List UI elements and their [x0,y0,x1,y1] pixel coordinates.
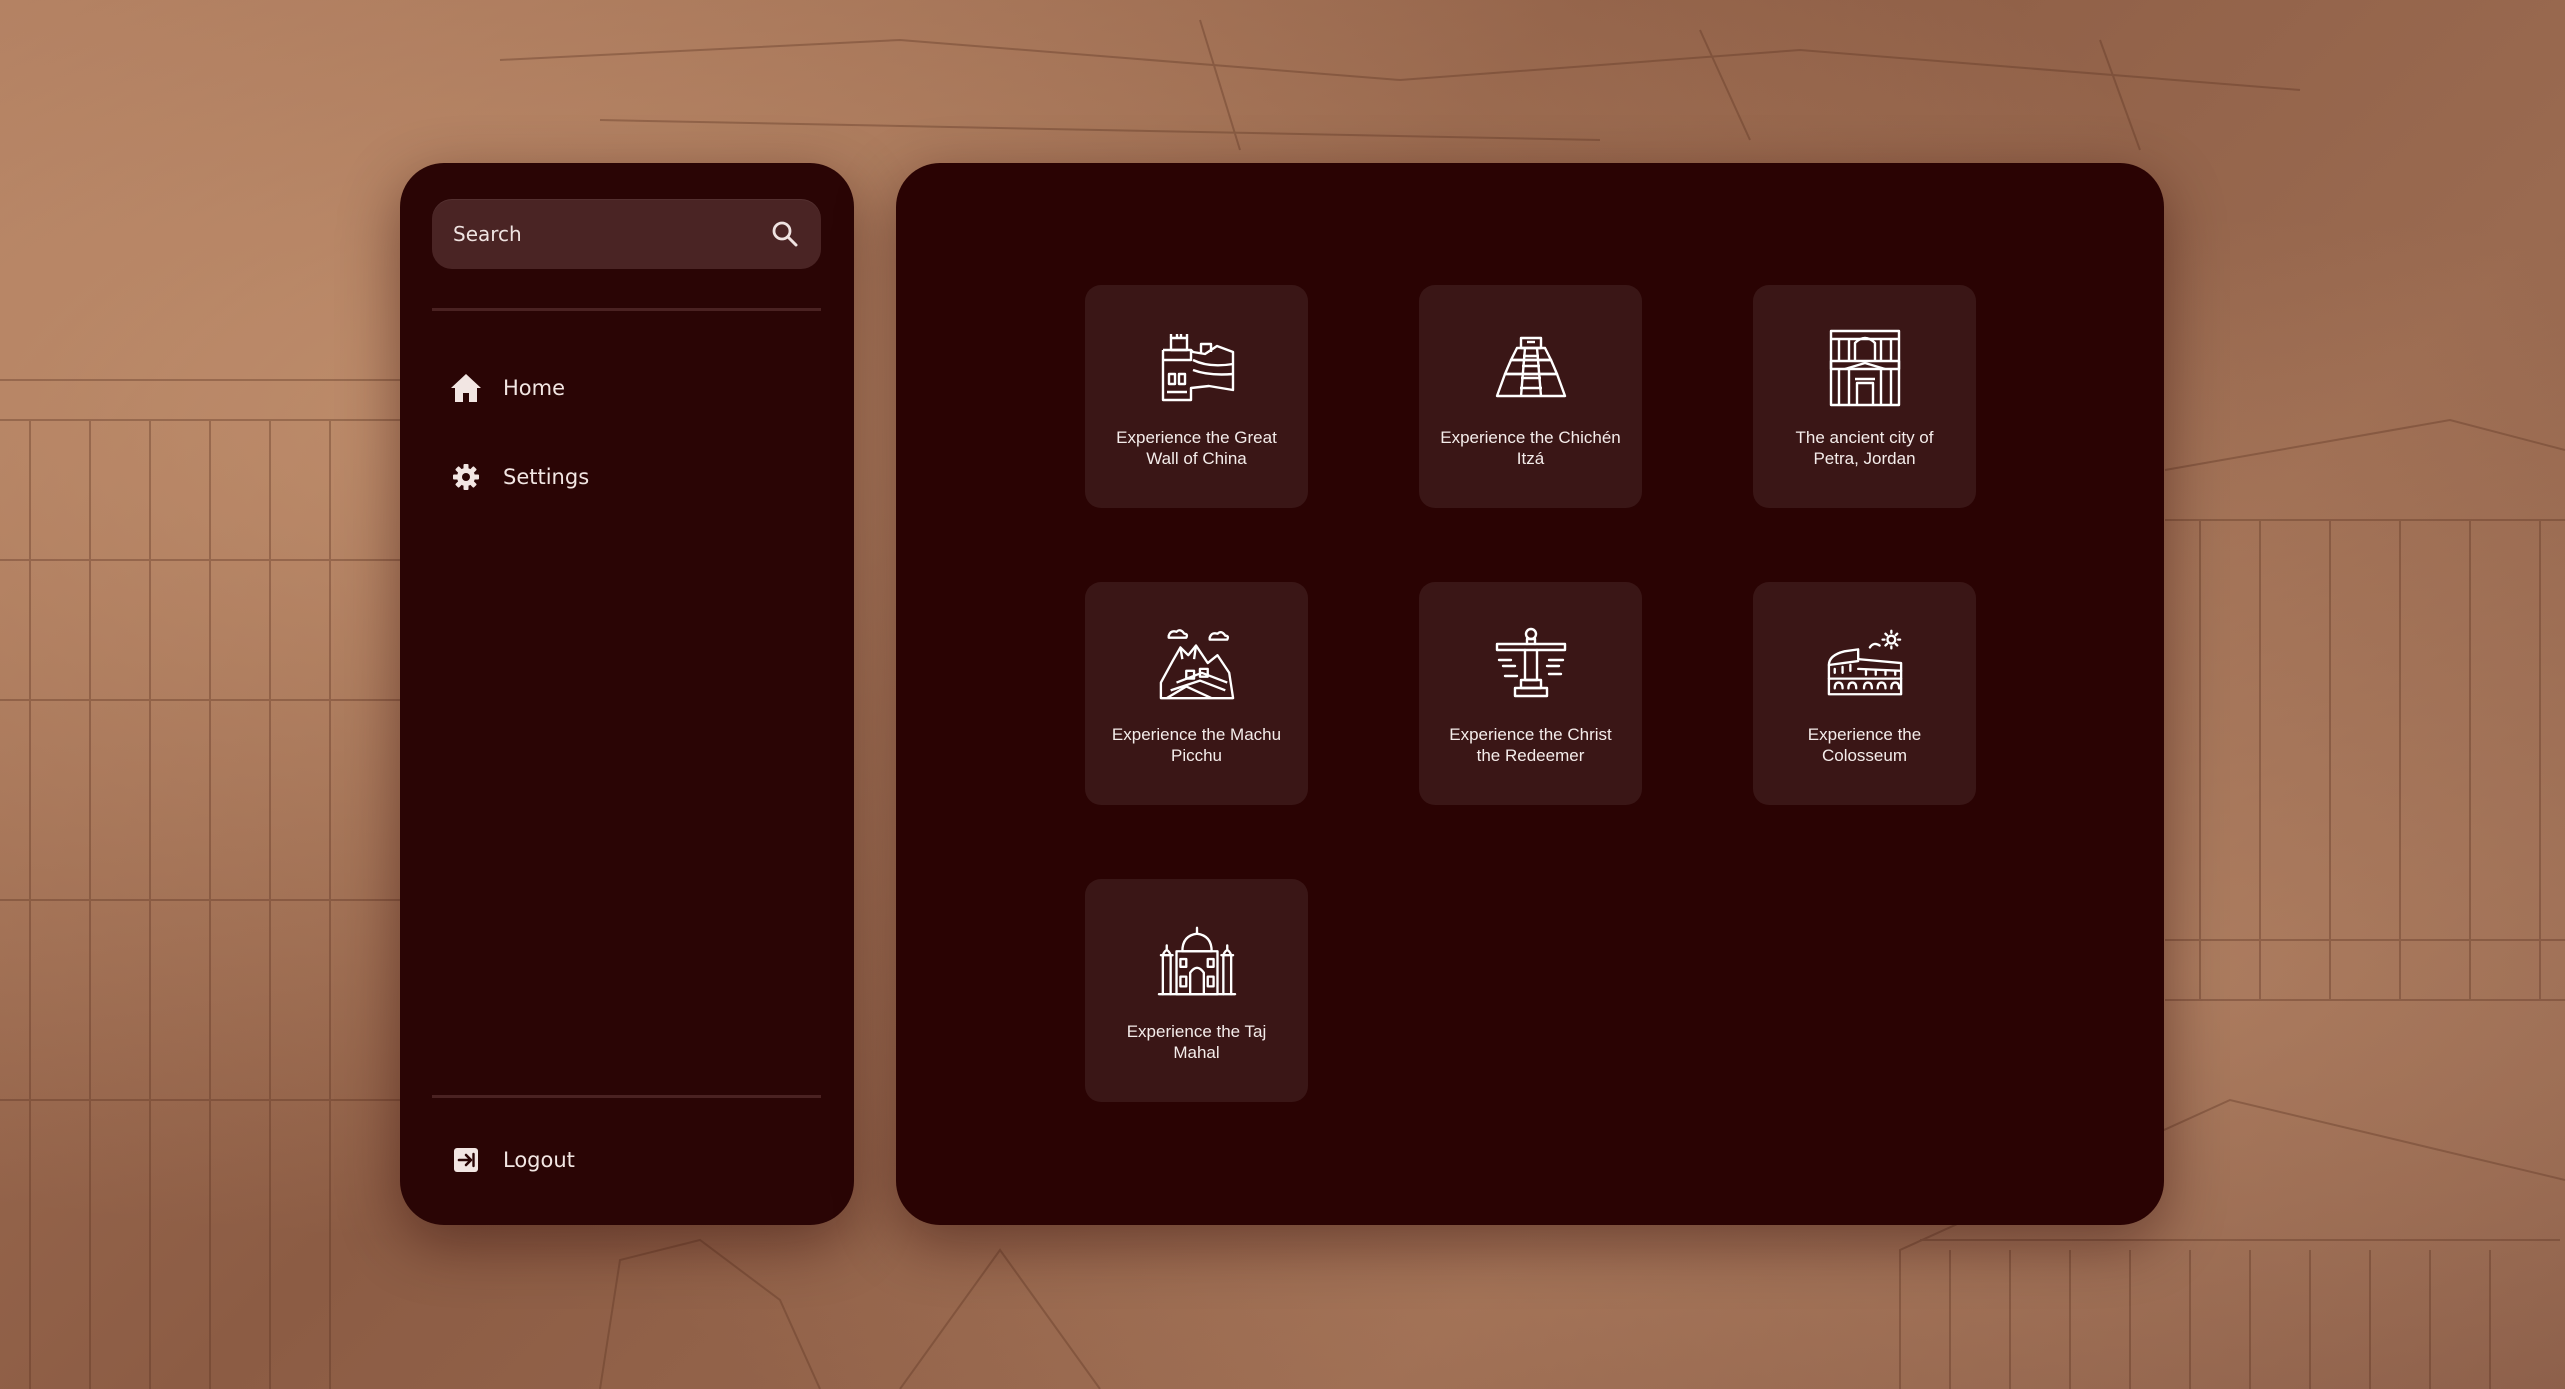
petra-icon [1825,327,1905,407]
sidebar: Home Settings [400,163,854,1225]
taj-mahal-icon [1157,921,1237,1001]
wonder-card-great-wall[interactable]: Experience the Great Wall of China [1085,285,1308,508]
wonder-card-taj-mahal[interactable]: Experience the Taj Mahal [1085,879,1308,1102]
card-title: Experience the Colosseum [1807,725,1922,765]
wonder-card-petra[interactable]: The ancient city of Petra, Jordan [1753,285,1976,508]
search-input[interactable] [432,198,757,270]
great-wall-icon [1157,327,1237,407]
logout-icon [449,1143,483,1177]
divider [432,308,821,311]
home-icon [449,371,483,405]
wonder-card-christ-redeemer[interactable]: Experience the Christ the Redeemer [1419,582,1642,805]
card-title: Experience the Taj Mahal [1126,1022,1267,1062]
wonder-card-machu-picchu[interactable]: Experience the Machu Picchu [1085,582,1308,805]
logout-button[interactable]: Logout [432,1130,821,1190]
machu-picchu-icon [1157,624,1237,704]
card-title: Experience the Great Wall of China [1116,428,1277,468]
christ-redeemer-icon [1491,624,1571,704]
wonder-card-chichen-itza[interactable]: Experience the Chichén Itzá [1419,285,1642,508]
card-title: Experience the Machu Picchu [1111,725,1282,765]
card-title: The ancient city of Petra, Jordan [1795,428,1934,468]
wonder-card-colosseum[interactable]: Experience the Colosseum [1753,582,1976,805]
main-panel: Experience the Great Wall of China Exper… [896,163,2164,1225]
nav-item-settings[interactable]: Settings [432,447,821,507]
card-title: Experience the Christ the Redeemer [1449,725,1612,765]
gear-icon [449,460,483,494]
card-title: Experience the Chichén Itzá [1440,428,1621,468]
nav-item-label: Settings [503,465,590,489]
pyramid-icon [1491,327,1571,407]
search-bar [432,198,821,270]
nav-item-home[interactable]: Home [432,358,821,418]
nav-item-label: Home [503,376,566,400]
logout-label: Logout [503,1148,575,1172]
colosseum-icon [1825,624,1905,704]
search-icon[interactable] [757,206,813,262]
divider [432,1095,821,1098]
